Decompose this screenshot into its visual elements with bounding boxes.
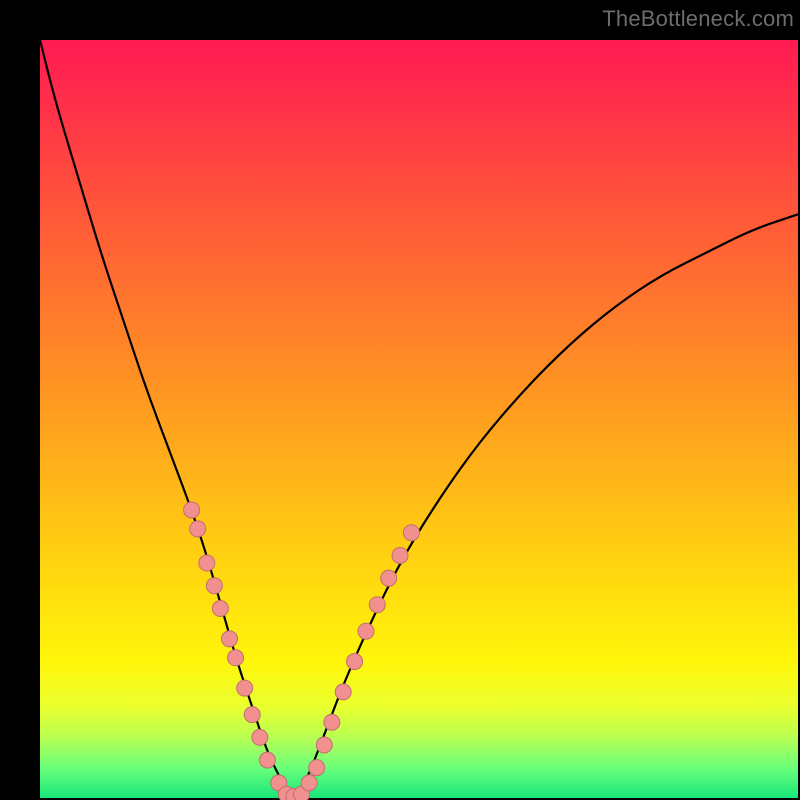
data-point [358,623,374,639]
data-point [301,775,317,791]
data-point [244,707,260,723]
data-point [199,555,215,571]
data-point [184,502,200,518]
watermark-text: TheBottleneck.com [602,6,794,32]
data-point [222,631,238,647]
data-point [316,737,332,753]
plot-area [40,40,798,798]
data-point [228,650,244,666]
data-point [252,729,268,745]
bottleneck-curve [40,40,798,794]
chart-svg [40,40,798,798]
data-point [335,684,351,700]
data-point [324,714,340,730]
data-point [347,654,363,670]
data-point [392,547,408,563]
data-point [237,680,253,696]
data-point [206,578,222,594]
data-point [381,570,397,586]
data-point [212,601,228,617]
data-point [190,521,206,537]
data-point [403,525,419,541]
data-point [309,760,325,776]
data-point [369,597,385,613]
data-points [184,502,420,800]
data-point [259,752,275,768]
chart-frame: TheBottleneck.com [0,0,800,800]
